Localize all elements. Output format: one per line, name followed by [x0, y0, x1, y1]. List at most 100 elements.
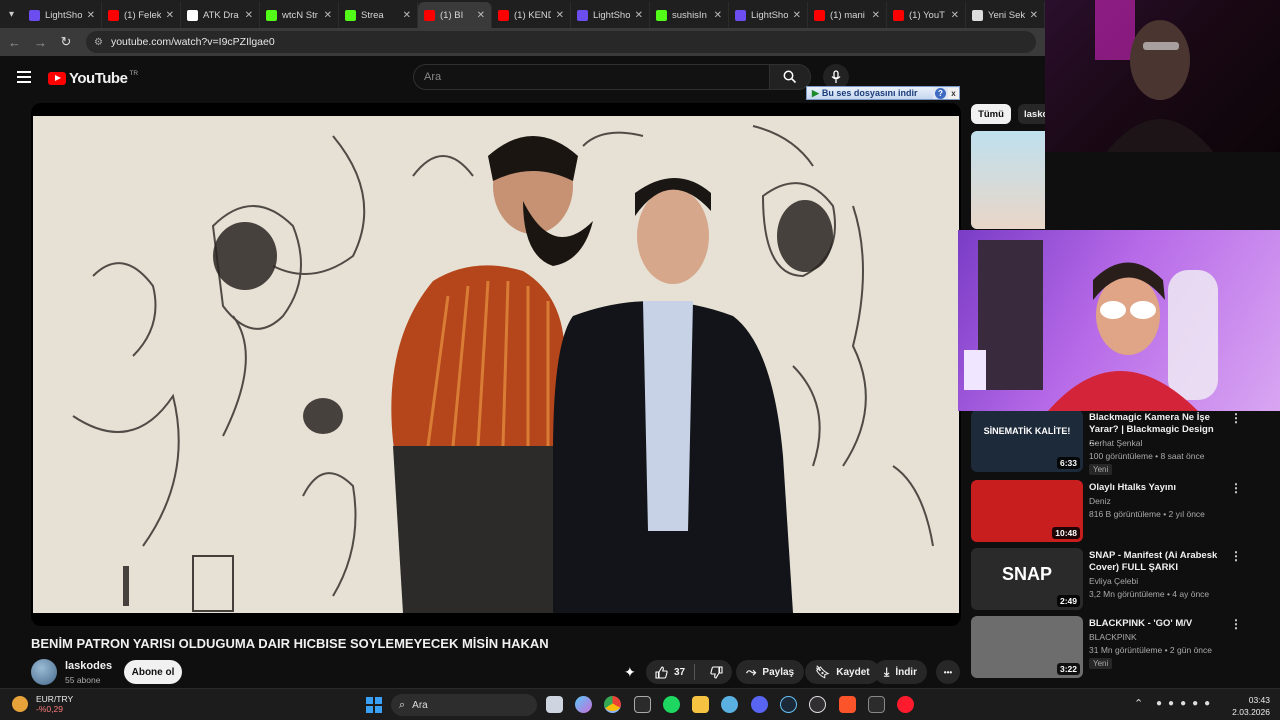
dislike-button[interactable] [701, 665, 732, 679]
opera-icon[interactable] [897, 696, 914, 713]
related-video-title[interactable]: BLACKPINK - 'GO' M/V [1089, 618, 1224, 630]
channel-name[interactable]: laskodes [65, 660, 112, 672]
lightshot-icon [29, 9, 40, 21]
subscriber-count: 55 abone [65, 675, 101, 685]
close-tab-icon[interactable]: ✕ [477, 10, 485, 21]
browser-tab[interactable]: Strea ✕ [339, 2, 418, 28]
youtube-icon [108, 9, 119, 21]
browser-tab[interactable]: (1) BI ✕ [418, 2, 492, 28]
close-tab-icon[interactable]: ✕ [951, 10, 959, 21]
browser-tab[interactable]: (1) KEND ✕ [492, 2, 571, 28]
related-video-thumbnail[interactable]: SNAP 2:49 [971, 548, 1083, 610]
chrome-icon[interactable] [604, 696, 621, 713]
close-tab-icon[interactable]: ✕ [87, 10, 95, 21]
menu-icon[interactable] [17, 71, 31, 83]
browser-tab[interactable]: LightSho ✕ [571, 2, 650, 28]
related-video-channel[interactable]: Deniz [1089, 495, 1111, 507]
steam-icon[interactable] [780, 696, 797, 713]
webcam-overlay-bottom [958, 230, 1280, 411]
save-button[interactable]: 🔖︎ Kaydet [805, 660, 880, 684]
related-video-title[interactable]: Olaylı Htalks Yayını [1089, 482, 1224, 494]
close-tab-icon[interactable]: ✕ [245, 10, 253, 21]
share-label: Paylaş [762, 666, 795, 678]
close-tab-icon[interactable]: ✕ [556, 10, 564, 21]
related-video-thumbnail[interactable]: 10:48 [971, 480, 1083, 542]
clock[interactable]: 03:43 2.03.2026 [1228, 694, 1270, 718]
related-video-channel[interactable]: Evliya Çelebi [1089, 575, 1138, 587]
related-video-thumbnail[interactable]: SİNEMATİK KALİTE! 6:33 [971, 410, 1083, 472]
close-tab-icon[interactable]: ✕ [872, 10, 880, 21]
forward-icon[interactable]: → [34, 35, 47, 50]
spotify-icon[interactable] [663, 696, 680, 713]
chip-all[interactable]: Tümü [971, 104, 1011, 124]
close-tab-icon[interactable]: ✕ [1030, 10, 1038, 21]
close-tab-icon[interactable]: ✕ [635, 10, 643, 21]
copilot-icon[interactable] [575, 696, 592, 713]
download-audio-label: Bu ses dosyasını indir [821, 88, 918, 98]
taskbar-search-placeholder: Ara [412, 699, 428, 711]
tab-title: (1) KEND [514, 9, 551, 21]
tray-chevron-icon[interactable]: ⌃ [1134, 697, 1143, 710]
help-icon[interactable]: ? [935, 87, 946, 99]
ticker-widget[interactable]: EUR/TRY -%0,29 [12, 694, 73, 714]
tray-icons[interactable]: ●●●●● [1156, 698, 1216, 709]
file-explorer-icon[interactable] [692, 696, 709, 713]
video-duration: 3:22 [1056, 663, 1080, 675]
video-frame[interactable] [33, 116, 959, 613]
more-options-icon[interactable]: ⋮ [1230, 549, 1242, 563]
discord-icon[interactable] [751, 696, 768, 713]
back-icon[interactable]: ← [8, 35, 21, 50]
related-video-channel[interactable]: BLACKPINK [1089, 631, 1137, 643]
more-options-icon[interactable]: ⋮ [1230, 617, 1242, 631]
new-badge: Yeni [1089, 464, 1113, 475]
download-button[interactable]: ⤓ İndir [874, 660, 927, 684]
tab-search-button[interactable]: ▾ [0, 2, 23, 26]
sparkle-icon[interactable]: ✦ [624, 664, 640, 680]
close-tab-icon[interactable]: ✕ [714, 10, 722, 21]
task-view-icon[interactable] [546, 696, 563, 713]
start-button[interactable] [366, 697, 382, 713]
app-icon[interactable] [634, 696, 651, 713]
browser-tab[interactable]: (1) YouT ✕ [887, 2, 966, 28]
related-video-title[interactable]: SNAP - Manifest (Ai Arabesk Cover) FULL … [1089, 550, 1224, 574]
brave-icon[interactable] [839, 696, 856, 713]
logo-word: YouTube [69, 70, 128, 87]
related-video-thumbnail[interactable]: 3:22 [971, 616, 1083, 678]
browser-tab[interactable]: Yeni Sek ✕ [966, 2, 1045, 28]
more-options-icon[interactable]: ⋮ [1230, 481, 1242, 495]
browser-tab[interactable]: (1) Felek ✕ [102, 2, 181, 28]
browser-tab[interactable]: ATK Dra ✕ [181, 2, 260, 28]
more-actions-button[interactable]: ••• [936, 660, 960, 684]
tab-title: (1) BI [440, 9, 464, 21]
like-button[interactable]: 37 [646, 664, 696, 680]
tab-title: Strea [361, 9, 384, 21]
obs-icon[interactable] [809, 696, 826, 713]
search-button[interactable] [769, 64, 811, 90]
related-video-channel[interactable]: Serhat Şenkal [1089, 437, 1142, 449]
close-tab-icon[interactable]: ✕ [324, 10, 332, 21]
close-tab-icon[interactable]: ✕ [793, 10, 801, 21]
youtube-logo[interactable]: YouTube TR [48, 70, 138, 87]
close-icon[interactable]: x [948, 87, 959, 99]
browser-tab[interactable]: LightSho ✕ [729, 2, 808, 28]
settings-icon[interactable] [721, 696, 738, 713]
share-button[interactable]: ⤳ Paylaş [736, 660, 805, 684]
terminal-icon[interactable] [868, 696, 885, 713]
browser-tab[interactable]: wtcN Str ✕ [260, 2, 339, 28]
close-tab-icon[interactable]: ✕ [166, 10, 174, 21]
browser-tab[interactable]: LightSho ✕ [23, 2, 102, 28]
channel-avatar[interactable] [31, 659, 57, 685]
search-input[interactable]: Ara [413, 64, 770, 90]
video-player[interactable] [31, 103, 961, 626]
more-options-icon[interactable]: ⋮ [1230, 411, 1242, 425]
reload-icon[interactable]: ↻ [60, 34, 72, 50]
browser-tab[interactable]: sushisIn ✕ [650, 2, 729, 28]
omnibox[interactable]: ⚙ youtube.com/watch?v=I9cPZIlgae0 [86, 31, 1036, 53]
site-info-icon[interactable]: ⚙ [94, 37, 103, 48]
subscribe-button[interactable]: Abone ol [124, 660, 182, 684]
close-tab-icon[interactable]: ✕ [403, 10, 411, 21]
taskbar-search[interactable]: ⌕ Ara [391, 694, 537, 716]
download-audio-button[interactable]: ▶ Bu ses dosyasını indir [807, 87, 933, 99]
browser-tab[interactable]: (1) mani ✕ [808, 2, 887, 28]
video-duration: 10:48 [1052, 527, 1080, 539]
